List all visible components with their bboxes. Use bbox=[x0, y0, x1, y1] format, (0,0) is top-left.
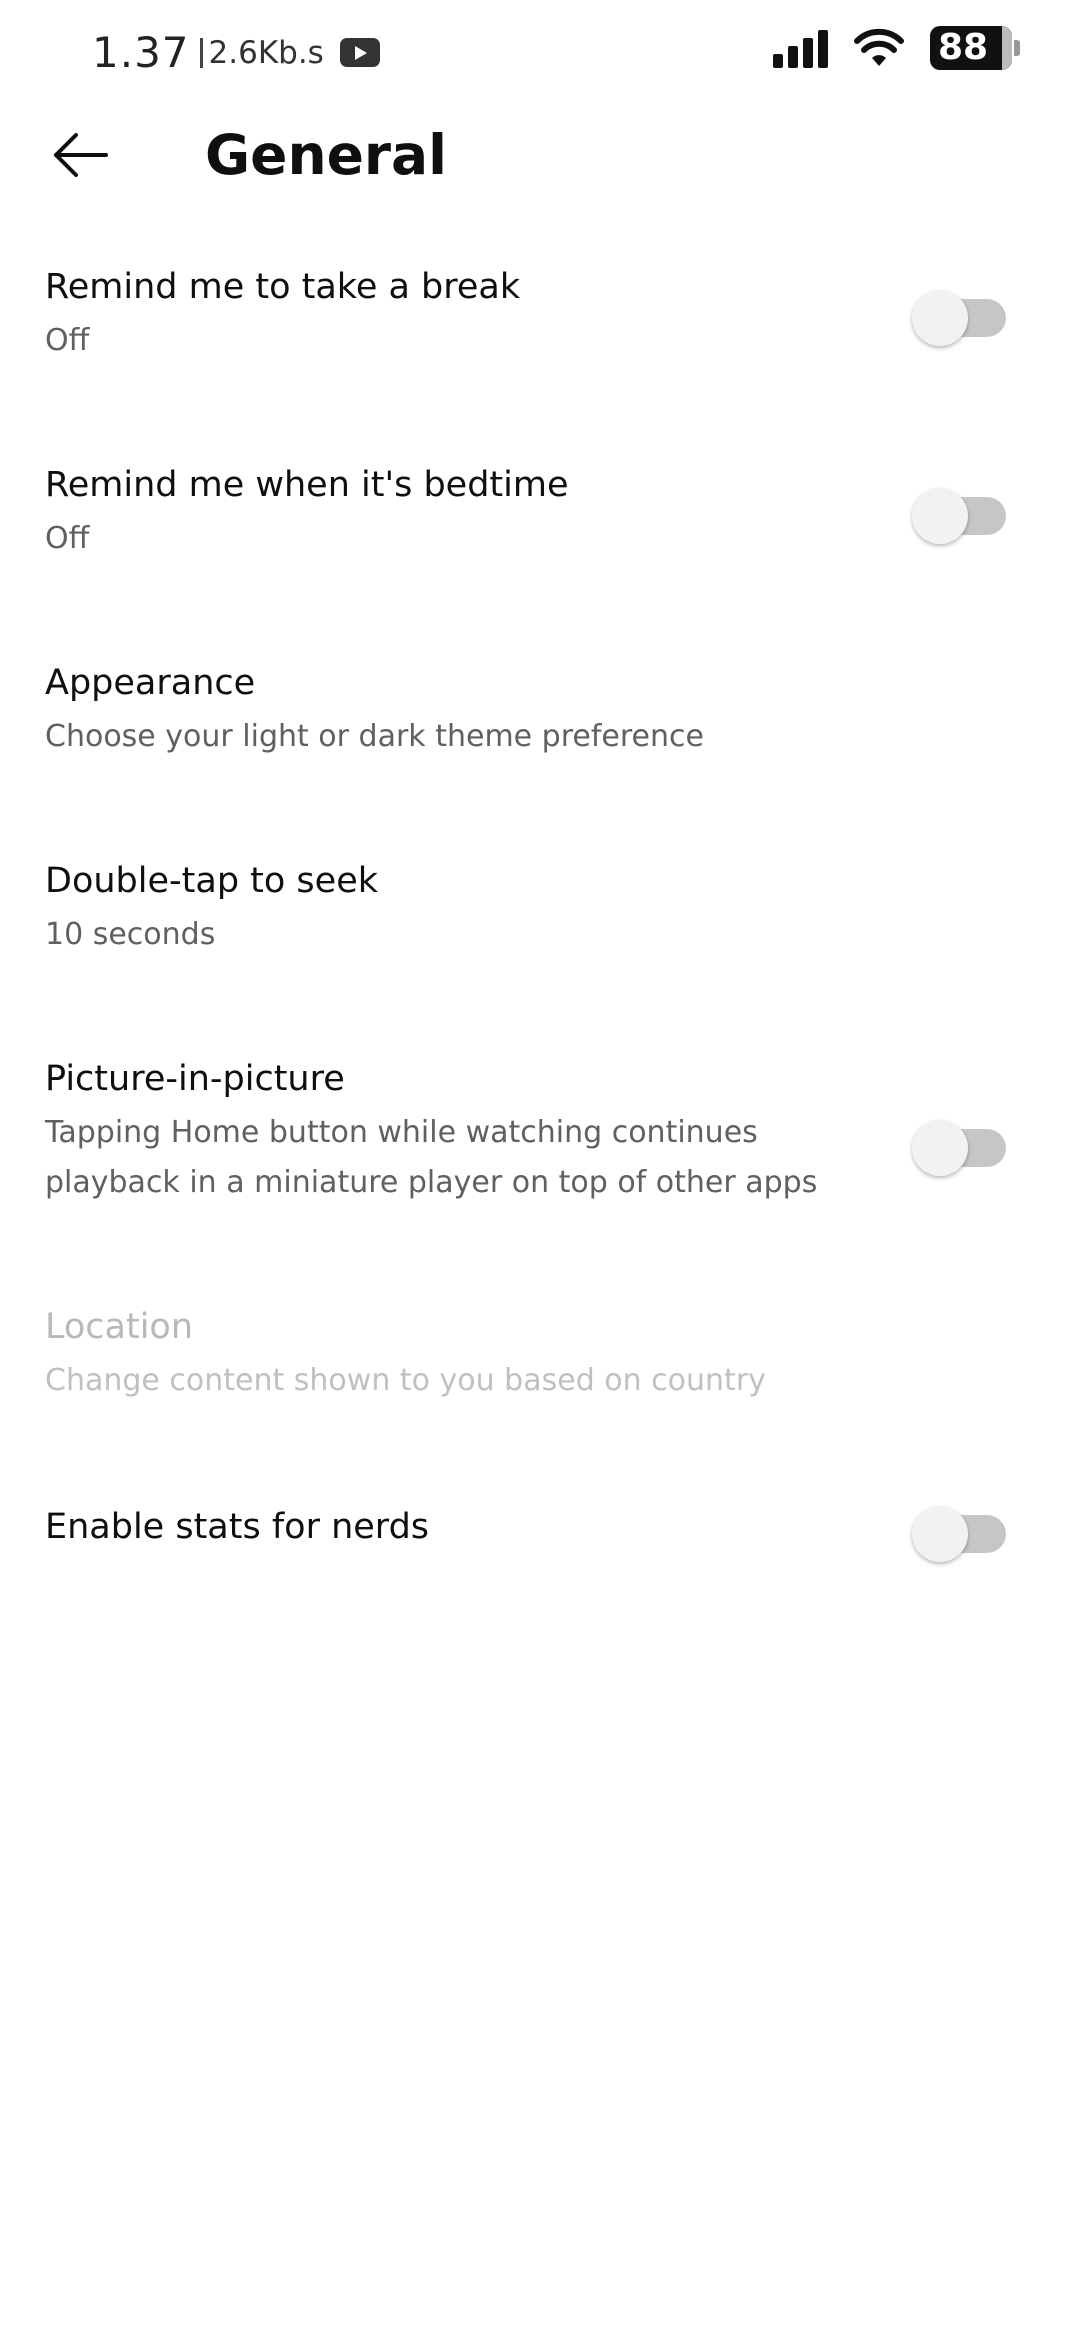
toggle-thumb bbox=[912, 1506, 968, 1562]
setting-title: Remind me to take a break bbox=[45, 267, 521, 307]
setting-subtitle: Off bbox=[45, 323, 90, 358]
status-left: 1.37 2.6Kb.s bbox=[92, 28, 380, 77]
signal-icon bbox=[773, 28, 828, 68]
youtube-icon bbox=[339, 38, 380, 67]
arrow-left-icon bbox=[54, 133, 108, 177]
take-a-break-toggle[interactable] bbox=[912, 282, 1022, 346]
setting-title: Double-tap to seek bbox=[45, 861, 378, 901]
setting-title: Appearance bbox=[45, 663, 256, 703]
setting-title: Enable stats for nerds bbox=[45, 1507, 430, 1547]
setting-title: Location bbox=[45, 1307, 194, 1347]
battery-icon: 88 bbox=[930, 26, 1020, 70]
setting-bedtime[interactable]: Remind me when it's bedtime Off bbox=[0, 448, 1080, 608]
picture-in-picture-toggle[interactable] bbox=[912, 1112, 1022, 1176]
page-title: General bbox=[205, 123, 447, 187]
battery-level: 88 bbox=[938, 27, 989, 68]
setting-stats-for-nerds[interactable]: Enable stats for nerds bbox=[0, 1490, 1080, 1590]
setting-subtitle: Tapping Home button while watching conti… bbox=[45, 1115, 818, 1200]
status-separator bbox=[199, 37, 203, 68]
setting-location: Location Change content shown to you bas… bbox=[0, 1290, 1080, 1450]
setting-double-tap-seek[interactable]: Double-tap to seek 10 seconds bbox=[0, 844, 1080, 1004]
setting-picture-in-picture[interactable]: Picture-in-picture Tapping Home button w… bbox=[0, 1042, 1080, 1242]
stats-for-nerds-toggle[interactable] bbox=[912, 1498, 1022, 1562]
setting-subtitle: Choose your light or dark theme preferen… bbox=[45, 719, 704, 754]
wifi-icon bbox=[854, 28, 904, 66]
battery-cap bbox=[1014, 40, 1020, 56]
setting-subtitle: Change content shown to you based on cou… bbox=[45, 1363, 766, 1398]
toggle-thumb bbox=[912, 290, 968, 346]
bedtime-toggle[interactable] bbox=[912, 480, 1022, 544]
setting-subtitle: 10 seconds bbox=[45, 917, 216, 952]
setting-appearance[interactable]: Appearance Choose your light or dark the… bbox=[0, 646, 1080, 806]
toggle-thumb bbox=[912, 488, 968, 544]
setting-take-a-break[interactable]: Remind me to take a break Off bbox=[0, 250, 1080, 410]
battery-empty-segment bbox=[1002, 26, 1012, 70]
status-right: 88 bbox=[773, 26, 1020, 70]
setting-title: Remind me when it's bedtime bbox=[45, 465, 569, 505]
status-net-speed: 2.6Kb.s bbox=[208, 34, 324, 71]
setting-title: Picture-in-picture bbox=[45, 1059, 345, 1099]
back-button[interactable] bbox=[40, 115, 120, 195]
status-time: 1.37 bbox=[92, 28, 190, 77]
app-bar: General bbox=[0, 105, 1080, 210]
setting-subtitle: Off bbox=[45, 521, 90, 556]
toggle-thumb bbox=[912, 1120, 968, 1176]
status-bar: 1.37 2.6Kb.s 88 bbox=[0, 0, 1080, 105]
